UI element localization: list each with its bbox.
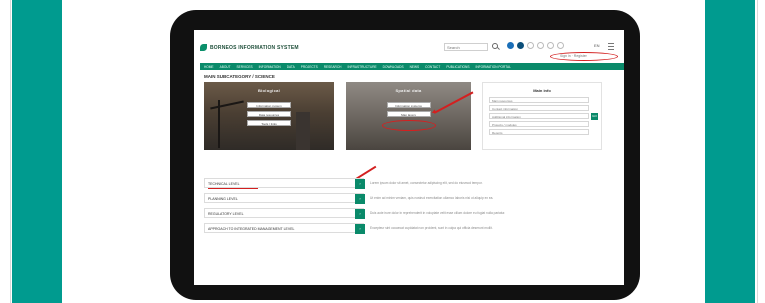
- nav-item[interactable]: Downloads: [383, 65, 404, 69]
- panel-spatial: Spatial data Information systems Map lay…: [346, 82, 471, 150]
- language-selector[interactable]: EN: [594, 43, 600, 48]
- globe-icon[interactable]: [527, 42, 534, 49]
- go-button[interactable]: GO: [591, 113, 598, 120]
- list-item[interactable]: Technical level ›: [204, 178, 365, 189]
- list-item-description: Excepteur sint occaecat cupidatat non pr…: [370, 226, 493, 230]
- expand-button[interactable]: ›: [355, 179, 365, 189]
- list-item-description: Duis aute irure dolor in reprehenderit i…: [370, 211, 506, 215]
- nav-item[interactable]: Contact: [425, 65, 440, 69]
- nav-item[interactable]: Infrastructure: [347, 65, 376, 69]
- expand-button[interactable]: ›: [355, 209, 365, 219]
- search-icon[interactable]: [492, 43, 498, 49]
- annotation-circle-button: [382, 120, 436, 131]
- annotation-underline: [208, 188, 258, 189]
- list-item-label: Approach to integrated management level: [208, 227, 295, 231]
- page-left-border: [0, 0, 11, 303]
- main-navbar: Home About Services Information Data Projects…: [200, 63, 624, 70]
- panel-title: Spatial data: [395, 88, 422, 93]
- logo-leaf-icon: [200, 44, 207, 51]
- nav-item[interactable]: Home: [204, 65, 214, 69]
- tablet-screen: BORNEOS INFORMATION SYSTEM Search EN Sig…: [194, 30, 624, 285]
- home-icon[interactable]: [557, 42, 564, 49]
- panel-button-tools[interactable]: Tools / links: [247, 120, 291, 126]
- crane-arm-graphic: [210, 100, 244, 110]
- toolbar-icons: [507, 42, 564, 49]
- info-field[interactable]: Main resources: [489, 97, 589, 103]
- info-field[interactable]: Additional information: [489, 113, 589, 119]
- panel-button-map-layers[interactable]: Map layers: [386, 111, 431, 117]
- info-field[interactable]: Contact information: [489, 105, 589, 111]
- notification-icon[interactable]: [547, 42, 554, 49]
- main-info-box: Main info Main resources Contact informa…: [482, 82, 602, 150]
- list-item-label: Planning level: [208, 197, 238, 201]
- nav-item[interactable]: Information portal: [475, 65, 510, 69]
- settings-icon[interactable]: [537, 42, 544, 49]
- nav-item[interactable]: About: [220, 65, 231, 69]
- page-right-border: [757, 0, 765, 303]
- expand-button[interactable]: ›: [355, 194, 365, 204]
- panel-button-data-resources[interactable]: Data resources: [247, 111, 291, 117]
- list-item-label: Regulatory level: [208, 212, 244, 216]
- list-item-description: Ut enim ad minim veniam, quis nostrud ex…: [370, 196, 494, 200]
- panel-biological: Biological Information system Data resou…: [204, 82, 334, 150]
- nav-item[interactable]: Services: [237, 65, 253, 69]
- teal-sidebar-left: [12, 0, 62, 303]
- page-title: Main subcategory / Science: [204, 74, 275, 79]
- list-item[interactable]: Planning level ›: [204, 193, 365, 204]
- nav-item[interactable]: Research: [324, 65, 342, 69]
- nav-item[interactable]: News: [410, 65, 420, 69]
- help-icon[interactable]: [517, 42, 524, 49]
- info-field[interactable]: Projects / modules: [489, 121, 589, 127]
- annotation-circle-account: [550, 52, 618, 61]
- search-input[interactable]: Search: [444, 43, 488, 51]
- list-item[interactable]: Regulatory level ›: [204, 208, 365, 219]
- tower-graphic: [296, 112, 310, 150]
- expand-button[interactable]: ›: [355, 224, 365, 234]
- list-item[interactable]: Approach to integrated management level …: [204, 223, 365, 234]
- list-item-description: Lorem ipsum dolor sit amet, consectetur …: [370, 181, 483, 185]
- panel-button-information-systems[interactable]: Information systems: [386, 102, 431, 108]
- site-logo[interactable]: BORNEOS INFORMATION SYSTEM: [200, 44, 299, 51]
- teal-sidebar-right: [705, 0, 755, 303]
- nav-item[interactable]: Data: [287, 65, 295, 69]
- user-icon[interactable]: [507, 42, 514, 49]
- main-info-title: Main info: [533, 88, 551, 93]
- nav-item[interactable]: Information: [259, 65, 281, 69]
- nav-item[interactable]: Projects: [301, 65, 318, 69]
- logo-text: BORNEOS INFORMATION SYSTEM: [210, 44, 299, 51]
- panel-button-information-system[interactable]: Information system: [247, 102, 291, 108]
- panel-title: Biological: [257, 88, 281, 93]
- menu-icon[interactable]: [608, 43, 614, 50]
- nav-item[interactable]: Publications: [446, 65, 469, 69]
- info-field[interactable]: Reports: [489, 129, 589, 135]
